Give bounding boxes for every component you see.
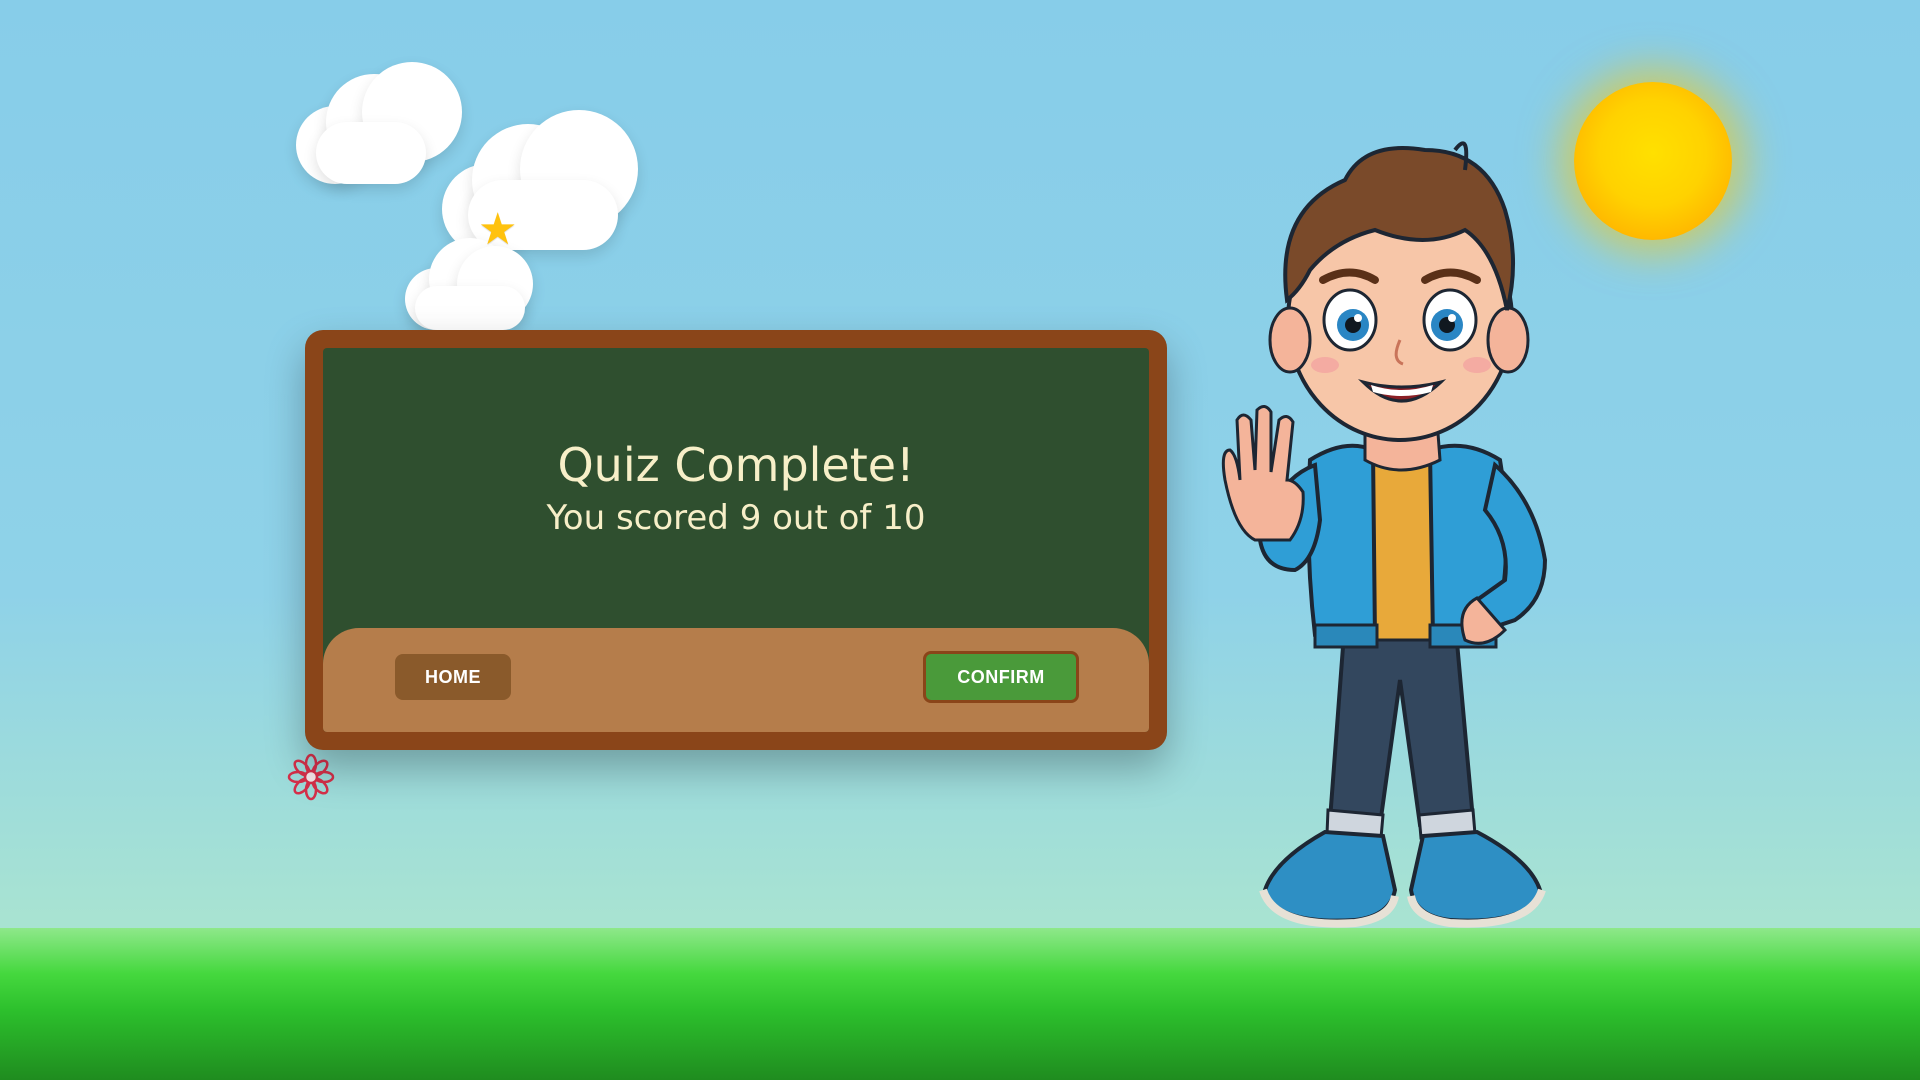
- star-icon: ★: [478, 204, 518, 255]
- home-button[interactable]: HOME: [395, 654, 511, 700]
- quiz-result-board: Quiz Complete! You scored 9 out of 10 HO…: [305, 330, 1167, 750]
- cloud-icon: [296, 62, 462, 184]
- flower-icon: [287, 753, 335, 801]
- cloud-icon: [442, 110, 638, 254]
- grass-ground: [0, 928, 1920, 1080]
- sun-icon: [1574, 82, 1732, 240]
- waving-boy-illustration: [1221, 141, 1548, 928]
- chalkboard: Quiz Complete! You scored 9 out of 10 HO…: [323, 348, 1149, 732]
- score-text: You scored 9 out of 10: [546, 498, 926, 538]
- confirm-button[interactable]: CONFIRM: [923, 651, 1079, 703]
- button-tray: HOME CONFIRM: [323, 628, 1149, 732]
- quiz-complete-title: Quiz Complete!: [557, 438, 915, 492]
